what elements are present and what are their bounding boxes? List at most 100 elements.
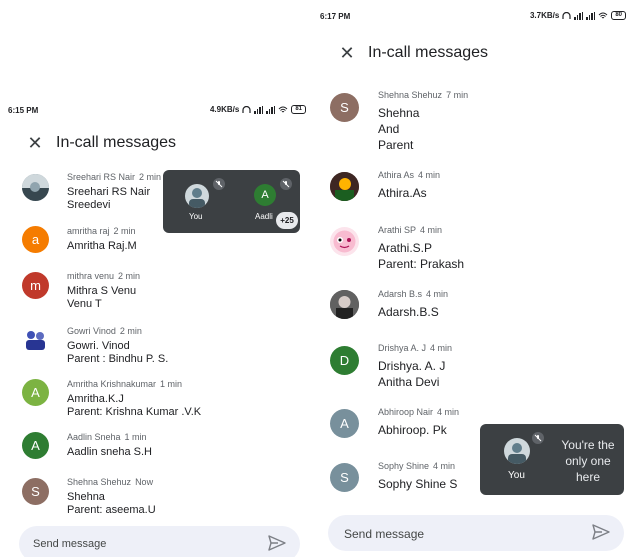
message-text: Arathi.S.P Parent: Prakash <box>378 241 465 271</box>
headphones-icon <box>242 105 251 113</box>
status-time: 6:15 PM <box>8 106 39 115</box>
headphones-icon <box>562 11 571 19</box>
avatar <box>330 172 359 201</box>
avatar: S <box>330 93 359 122</box>
avatar: A <box>22 379 49 406</box>
message-time: Now <box>135 477 154 487</box>
close-icon[interactable]: ✕ <box>330 43 364 64</box>
message-time: 4 min <box>433 461 456 471</box>
wifi-icon <box>598 12 608 18</box>
sender-name: Amritha Krishnakumar <box>67 379 157 389</box>
avatar <box>22 326 49 353</box>
battery-icon: 81 <box>291 105 306 114</box>
network-speed: 3.7KB/s <box>529 11 560 20</box>
message-text: Amritha Raj.M <box>67 240 137 252</box>
sender-name: mithra venu <box>67 271 115 281</box>
page-title: In-call messages <box>368 44 489 61</box>
signal-icon-2 <box>586 11 596 20</box>
message-time: 4 min <box>430 343 453 353</box>
sender-name: Shehna Shehuz <box>67 477 132 487</box>
participant-count-badge: +25 <box>276 212 298 229</box>
sender-name: Adarsh B.s <box>378 289 423 299</box>
message-time: 4 min <box>426 289 449 299</box>
send-message-bar[interactable]: Send message <box>19 526 300 557</box>
page-title: In-call messages <box>56 134 177 151</box>
status-bar: 6:15 PM 4.9KB/s 81 <box>0 102 312 120</box>
participants-tile[interactable]: You A Aadli +25 <box>163 170 300 233</box>
status-time: 6:17 PM <box>320 12 351 21</box>
sender-name: Gowri Vinod <box>67 326 116 336</box>
send-message-input[interactable]: Send message <box>33 538 106 550</box>
network-speed: 4.9KB/s <box>209 105 240 114</box>
sender-name: Sreehari RS Nair <box>67 172 136 182</box>
avatar: a <box>22 226 49 253</box>
sender-name: Abhiroop Nair <box>378 407 434 417</box>
status-icons: 4.9KB/s 81 <box>210 105 306 114</box>
mic-off-icon <box>280 178 292 190</box>
message-time: 4 min <box>437 407 460 417</box>
message-text: Shehna And Parent <box>378 106 420 152</box>
status-icons: 3.7KB/s 80 <box>530 11 626 20</box>
sender-name: Arathi SP <box>378 225 417 235</box>
message-time: 2 min <box>118 271 141 281</box>
message-time: 2 min <box>139 172 162 182</box>
message-text: Shehna Parent: aseema.U <box>67 491 156 516</box>
message-time: 1 min <box>124 432 147 442</box>
message-text: Aadlin sneha S.H <box>67 446 152 458</box>
wifi-icon <box>278 106 288 112</box>
status-bar: 6:17 PM 3.7KB/s 80 <box>312 8 632 26</box>
sender-name: Sophy Shine <box>378 461 430 471</box>
self-view-tile[interactable]: You You're the only one here <box>480 424 624 495</box>
message-text: Amritha.K.J Parent: Krishna Kumar .V.K <box>67 393 202 418</box>
avatar <box>330 227 359 256</box>
avatar: A <box>330 409 359 438</box>
send-message-input[interactable]: Send message <box>344 527 424 541</box>
participant-label: Aadli <box>255 212 273 221</box>
message-text: Drishya. A. J Anitha Devi <box>378 359 446 389</box>
sender-name: Drishya A. J <box>378 343 427 353</box>
right-screen: 6:17 PM 3.7KB/s 80 ✕ In-call messages S … <box>312 0 632 557</box>
send-icon[interactable] <box>592 524 610 540</box>
message-text: Abhiroop. Pk <box>378 423 447 437</box>
message-time: 2 min <box>113 226 136 236</box>
signal-icon <box>254 105 264 114</box>
send-icon[interactable] <box>268 535 286 551</box>
sender-name: Aadlin Sneha <box>67 432 121 442</box>
message-time: 4 min <box>418 170 441 180</box>
alone-notice: You're the only one here <box>561 438 615 484</box>
message-text: Gowri. Vinod Parent : Bindhu P. S. <box>67 340 169 365</box>
close-icon[interactable]: ✕ <box>18 133 52 154</box>
avatar: m <box>22 272 49 299</box>
header: ✕ In-call messages <box>312 38 632 68</box>
avatar: S <box>330 463 359 492</box>
avatar: S <box>22 478 49 505</box>
message-time: 4 min <box>420 225 443 235</box>
sender-name: amritha raj <box>67 226 110 236</box>
message-time: 2 min <box>119 326 142 336</box>
self-avatar <box>185 184 209 208</box>
self-label: You <box>508 470 525 481</box>
participant-avatar: A <box>254 184 276 206</box>
battery-icon: 80 <box>611 11 626 20</box>
avatar <box>22 174 49 201</box>
mic-off-icon <box>532 432 544 444</box>
signal-icon <box>574 11 584 20</box>
signal-icon-2 <box>266 105 276 114</box>
self-label: You <box>189 212 203 221</box>
sender-name: Athira As <box>378 170 415 180</box>
header: ✕ In-call messages <box>0 128 312 158</box>
sender-name: Shehna Shehuz <box>378 90 443 100</box>
message-text: Sophy Shine S <box>378 477 458 491</box>
avatar: D <box>330 346 359 375</box>
self-avatar <box>504 438 530 464</box>
message-text: Sreehari RS Nair Sreedevi <box>67 186 151 211</box>
message-time: 1 min <box>160 379 183 389</box>
send-message-bar[interactable]: Send message <box>328 515 624 551</box>
avatar <box>330 290 359 319</box>
message-text: Athira.As <box>378 186 427 200</box>
message-text: Adarsh.B.S <box>378 305 439 319</box>
message-time: 7 min <box>446 90 469 100</box>
left-screen: 6:15 PM 4.9KB/s 81 ✕ In-call messages Sr… <box>0 0 312 557</box>
avatar: A <box>22 432 49 459</box>
message-text: Mithra S Venu Venu T <box>67 285 137 310</box>
